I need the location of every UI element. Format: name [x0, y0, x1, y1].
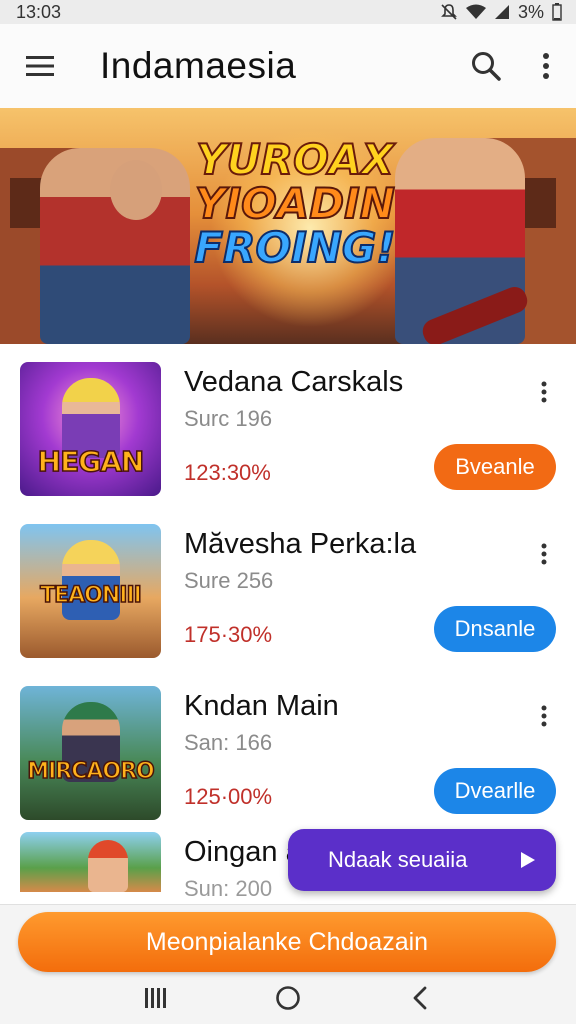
fab-label: Ndaak seuaiia: [328, 847, 468, 872]
item-title: Măvesha Perka:la: [184, 528, 417, 560]
banner-title-line1: YUROAX: [195, 135, 394, 184]
more-vert-icon: [541, 543, 547, 565]
app-bar: Indamaesia: [0, 24, 576, 108]
game-thumbnail: HEGAN: [20, 362, 161, 496]
floating-action-button[interactable]: Ndaak seuaiia: [288, 829, 556, 891]
home-icon: [276, 986, 300, 1010]
wifi-icon: [465, 4, 486, 19]
item-percent: 123:30%: [184, 460, 271, 485]
game-thumbnail: MIRCAORO: [20, 686, 161, 820]
item-action-button[interactable]: Bveanle: [434, 444, 556, 490]
item-subtitle: Sure 256: [184, 568, 274, 593]
recents-icon: [145, 988, 166, 1008]
item-percent: 125·00%: [184, 784, 273, 809]
thumbnail-title: HEGAN: [37, 444, 145, 479]
signal-icon: [494, 5, 509, 19]
game-list: HEGAN Vedana Carskals Surc 196 123:30% B…: [0, 344, 576, 901]
list-item[interactable]: TEAONIII Măvesha Perka:la Sure 256 175·3…: [0, 506, 576, 668]
item-title: Vedana Carskals: [184, 366, 404, 398]
battery-icon: [552, 3, 562, 21]
more-vert-icon: [541, 705, 547, 727]
item-more-button[interactable]: [530, 540, 558, 568]
menu-button[interactable]: [0, 24, 80, 108]
list-item[interactable]: MIRCAORO Kndan Main San: 166 125·00% Dve…: [0, 668, 576, 830]
item-subtitle: Surc 196: [184, 406, 273, 431]
search-button[interactable]: [456, 24, 516, 108]
search-icon: [472, 52, 501, 81]
system-nav-bar: [0, 972, 576, 1024]
item-percent: 175·30%: [184, 622, 273, 647]
status-time: 13:03: [16, 1, 62, 22]
banner-title: YUROAX YIOADIN FROING!: [185, 135, 405, 272]
primary-cta-button[interactable]: Meonpialanke Chdoazain: [18, 912, 556, 972]
list-item[interactable]: HEGAN Vedana Carskals Surc 196 123:30% B…: [0, 344, 576, 506]
item-action-button[interactable]: Dnsanle: [434, 606, 556, 652]
thumbnail-character: [88, 840, 128, 892]
item-title: Kndan Main: [184, 690, 339, 722]
game-thumbnail: TEAONIII: [20, 524, 161, 658]
more-options-button[interactable]: [516, 24, 576, 108]
item-action-button[interactable]: Dvearlle: [434, 768, 556, 814]
hamburger-menu-icon: [26, 56, 54, 76]
battery-level: 3%: [517, 1, 544, 22]
item-more-button[interactable]: [530, 702, 558, 730]
banner-title-line3: FROING!: [193, 223, 396, 272]
status-icons: 3%: [440, 2, 562, 23]
back-icon: [413, 986, 427, 1010]
item-title: Oingan a: [184, 836, 302, 868]
thumbnail-character: [62, 540, 120, 620]
notifications-off-icon: [441, 4, 457, 20]
thumbnail-title: MIRCAORO: [26, 758, 155, 785]
item-subtitle: San: 166: [184, 730, 273, 755]
banner-title-line2: YIOADIN: [194, 179, 396, 228]
more-vert-icon: [543, 53, 549, 79]
recents-button[interactable]: [132, 978, 180, 1018]
item-more-button[interactable]: [530, 378, 558, 406]
more-vert-icon: [541, 381, 547, 403]
play-arrow-icon: [521, 852, 535, 868]
item-subtitle: Sun: 200: [184, 876, 273, 901]
page-title: Indamaesia: [100, 45, 297, 86]
hero-banner[interactable]: YUROAX YIOADIN FROING!: [0, 108, 576, 344]
back-button[interactable]: [396, 978, 444, 1018]
thumbnail-title: TEAONIII: [39, 582, 142, 609]
banner-character-left-head: [110, 160, 162, 220]
home-button[interactable]: [264, 978, 312, 1018]
status-bar: 13:03 3%: [0, 0, 576, 24]
game-thumbnail: [20, 832, 161, 892]
